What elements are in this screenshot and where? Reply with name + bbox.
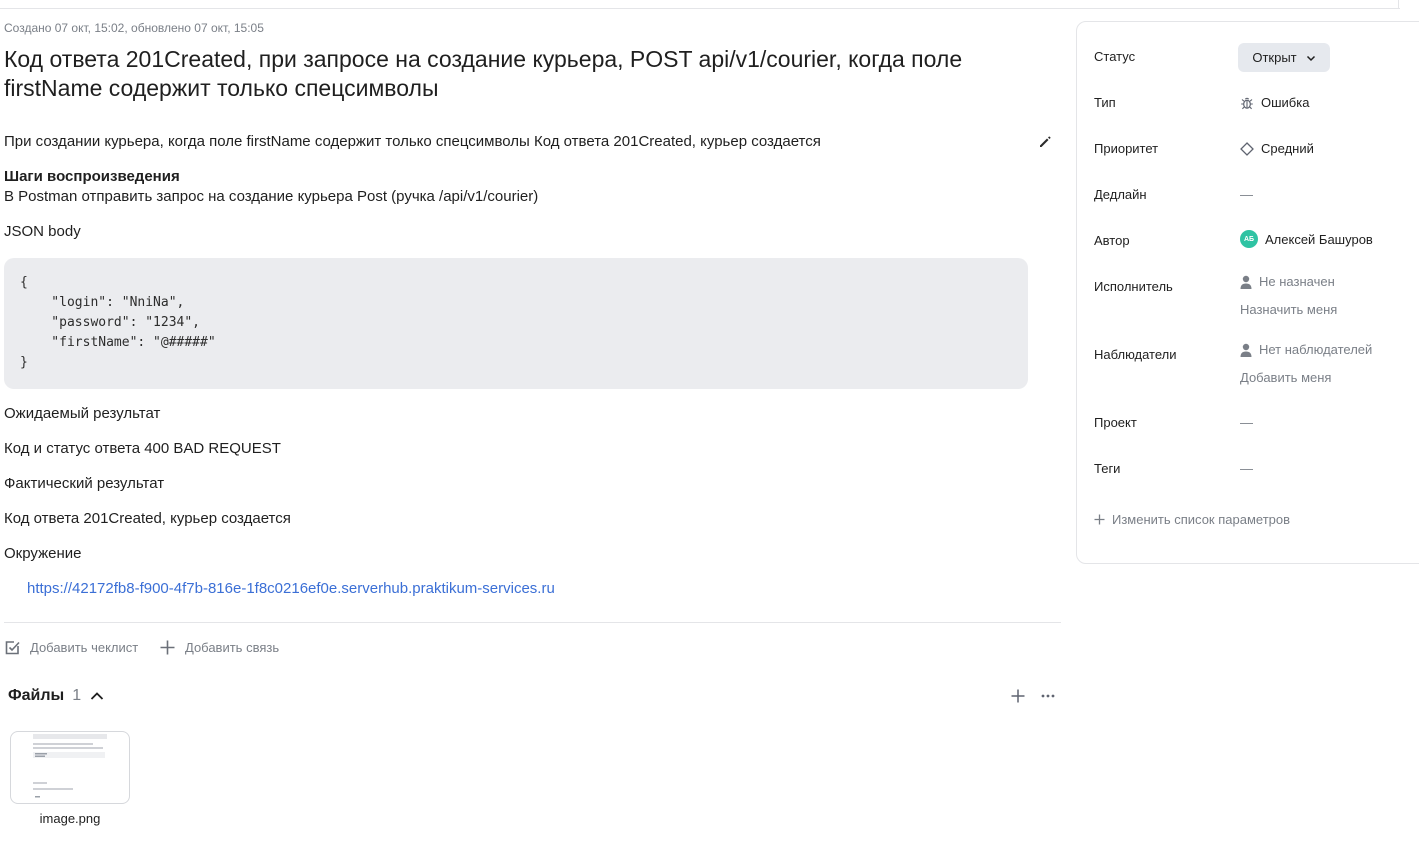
assignee-label: Исполнитель	[1094, 279, 1173, 294]
files-toolbar	[1010, 688, 1056, 704]
edit-params-button[interactable]: Изменить список параметров	[1094, 512, 1290, 527]
project-label: Проект	[1094, 415, 1137, 430]
bug-icon	[1241, 97, 1253, 109]
issue-meta: Создано 07 окт, 15:02, обновлено 07 окт,…	[4, 21, 264, 35]
file-thumbnail[interactable]	[10, 731, 130, 804]
plus-icon	[1094, 514, 1105, 525]
priority-text: Средний	[1261, 141, 1314, 156]
project-value[interactable]: —	[1240, 415, 1253, 430]
plus-icon	[160, 640, 175, 655]
add-checklist-label: Добавить чеклист	[30, 640, 139, 655]
code-line: "login": "NniNa",	[20, 295, 185, 310]
type-label: Тип	[1094, 95, 1116, 110]
author-value[interactable]: АБ Алексей Башуров	[1240, 230, 1373, 248]
assign-me-link[interactable]: Назначить меня	[1240, 302, 1337, 317]
code-line: "password": "1234",	[20, 315, 201, 330]
avatar: АБ	[1240, 230, 1258, 248]
json-label: JSON body	[4, 223, 81, 240]
priority-value[interactable]: Средний	[1240, 141, 1314, 156]
assignee-value: Не назначен	[1240, 274, 1335, 289]
followers-text: Нет наблюдателей	[1259, 342, 1373, 357]
author-name: Алексей Башуров	[1265, 231, 1373, 247]
author-label: Автор	[1094, 233, 1130, 248]
expected-text: Код и статус ответа 400 BAD REQUEST	[4, 440, 281, 457]
files-title: Файлы	[8, 687, 65, 704]
environment-link[interactable]: https://42172fb8-f900-4f7b-816e-1f8c0216…	[27, 580, 555, 598]
files-header: Файлы 1	[8, 687, 105, 705]
type-text: Ошибка	[1261, 95, 1310, 110]
add-me-link[interactable]: Добавить меня	[1240, 370, 1331, 385]
assignee-text: Не назначен	[1259, 274, 1335, 289]
followers-value: Нет наблюдателей	[1240, 342, 1372, 357]
top-divider	[0, 8, 1400, 9]
image-preview	[33, 734, 107, 798]
tags-value[interactable]: —	[1240, 461, 1253, 476]
chevron-up-icon[interactable]	[89, 688, 105, 704]
user-icon	[1240, 343, 1252, 357]
user-icon	[1240, 275, 1252, 289]
add-link-label: Добавить связь	[185, 640, 280, 655]
content-divider	[4, 622, 1061, 623]
issue-description: При создании курьера, когда поле firstNa…	[4, 133, 821, 150]
file-name[interactable]: image.png	[10, 811, 130, 826]
status-value: Открыт	[1252, 50, 1297, 65]
priority-label: Приоритет	[1094, 141, 1159, 156]
type-value[interactable]: Ошибка	[1240, 95, 1309, 110]
deadline-value[interactable]: —	[1240, 187, 1253, 202]
steps-text: В Postman отправить запрос на создание к…	[4, 188, 539, 205]
files-count: 1	[72, 687, 82, 704]
edit-params-label: Изменить список параметров	[1112, 512, 1291, 527]
code-block: { "login": "NniNa", "password": "1234", …	[4, 258, 1028, 389]
add-checklist-button[interactable]: Добавить чеклист	[4, 639, 138, 656]
deadline-label: Дедлайн	[1094, 187, 1147, 202]
more-options-icon[interactable]	[1040, 688, 1056, 704]
checklist-icon	[5, 641, 20, 655]
followers-label: Наблюдатели	[1094, 347, 1177, 362]
issue-title[interactable]: Код ответа 201Created, при запросе на со…	[4, 45, 1034, 103]
code-line: }	[20, 355, 28, 370]
add-file-plus-icon[interactable]	[1010, 688, 1026, 704]
actual-label: Фактический результат	[4, 475, 165, 492]
code-line: {	[20, 275, 28, 290]
code-line: "firstName": "@#####"	[20, 335, 216, 350]
properties-sidebar: Статус Открыт Тип Ошибка Приоритет Средн…	[1076, 21, 1419, 564]
chevron-down-icon	[1306, 55, 1315, 61]
expected-label: Ожидаемый результат	[4, 405, 161, 422]
environment-label: Окружение	[4, 545, 82, 562]
diamond-icon	[1240, 141, 1254, 156]
status-label: Статус	[1094, 49, 1136, 64]
top-divider-tick	[1398, 0, 1399, 9]
steps-heading: Шаги воспроизведения	[4, 168, 180, 185]
actual-text: Код ответа 201Created, курьер создается	[4, 510, 291, 527]
tags-label: Теги	[1094, 461, 1121, 476]
add-link-button[interactable]: Добавить связь	[159, 639, 279, 656]
edit-pencil-icon[interactable]	[1037, 134, 1053, 150]
status-dropdown[interactable]: Открыт	[1238, 43, 1330, 72]
